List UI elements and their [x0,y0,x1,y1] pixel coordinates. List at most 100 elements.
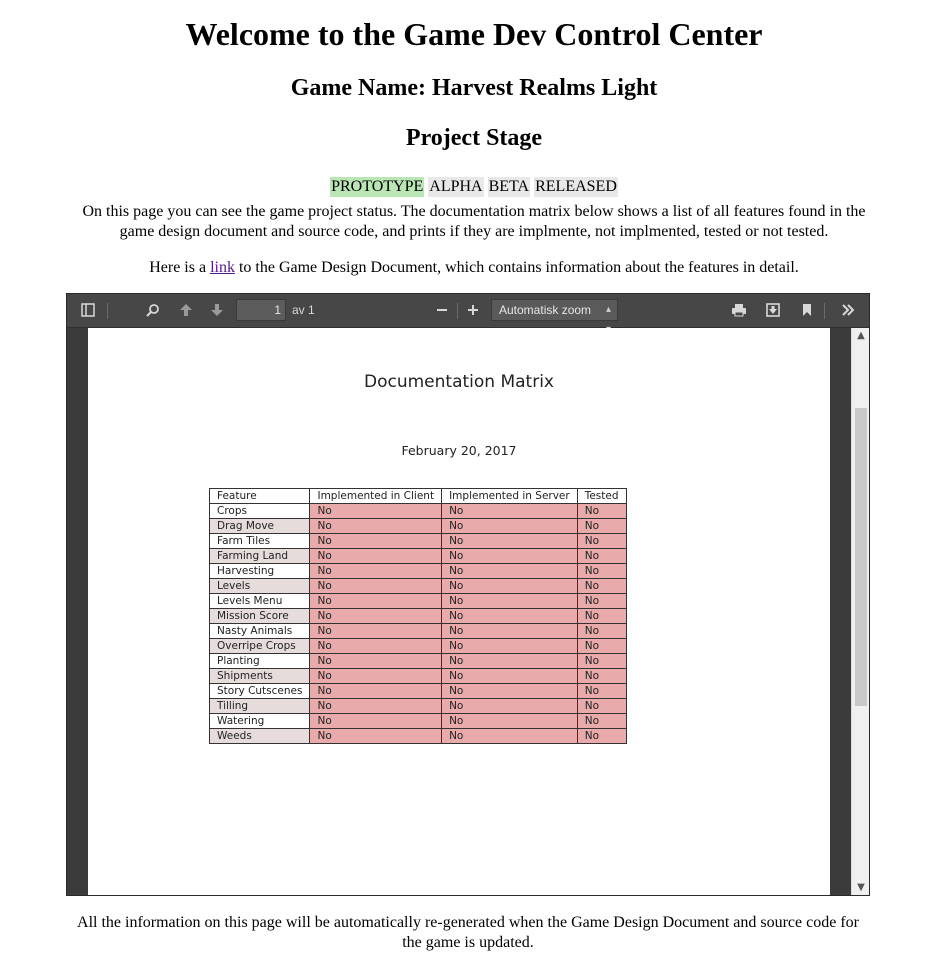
status-cell: No [441,503,578,519]
arrow-up-icon[interactable] [174,299,198,321]
status-cell: No [309,548,443,564]
download-icon[interactable] [761,299,785,321]
status-cell: No [441,533,578,549]
feature-cell: Mission Score [208,608,311,624]
scrollbar-thumb[interactable] [855,408,867,706]
feature-cell: Shipments [208,668,311,684]
table-row: Mission Score No No No [208,608,627,624]
stage-released: RELEASED [534,177,618,197]
zoom-in-icon[interactable] [461,299,485,321]
status-cell: No [441,623,578,639]
table-row: Farm Tiles No No No [208,533,627,549]
table-row: Farming Land No No No [208,548,627,564]
feature-cell: Weeds [208,728,311,744]
feature-cell: Nasty Animals [208,623,311,639]
status-cell: No [441,578,578,594]
intro-text: On this page you can see the game projec… [82,203,866,240]
feature-cell: Tilling [208,698,311,714]
status-cell: No [441,698,578,714]
status-cell: No [441,668,578,684]
status-cell: No [309,653,443,669]
page-number-input[interactable]: 1 [236,299,286,321]
toolbar-separator [107,303,108,319]
scroll-up-icon[interactable]: ▲ [852,328,869,344]
status-cell: No [309,518,443,534]
pdf-viewer: 1 av 1 Automatisk zoom▴▾ Documentation M… [66,293,870,896]
status-cell: No [441,653,578,669]
status-cell: No [309,623,443,639]
status-cell: No [309,698,443,714]
feature-cell: Planting [208,653,311,669]
toolbar-separator [824,303,825,319]
status-cell: No [441,608,578,624]
document-title: Documentation Matrix [364,372,554,392]
status-cell: No [576,623,627,639]
status-cell: No [441,728,578,744]
pdf-page: Documentation Matrix February 20, 2017 F… [88,328,830,895]
toolbar-separator [457,303,458,319]
status-cell: No [576,698,627,714]
status-cell: No [309,638,443,654]
status-cell: No [441,683,578,699]
status-cell: No [309,683,443,699]
column-header: Feature [208,488,311,504]
zoom-select[interactable]: Automatisk zoom▴▾ [491,299,618,335]
status-cell: No [309,608,443,624]
status-cell: No [441,563,578,579]
arrow-down-icon[interactable] [205,299,229,321]
status-cell: No [576,683,627,699]
status-cell: No [309,728,443,744]
search-icon[interactable] [141,299,165,321]
status-cell: No [441,593,578,609]
link-prefix: Here is a [149,259,211,276]
table-row: Watering No No No [208,713,627,729]
more-tools-icon[interactable] [836,299,860,321]
status-cell: No [309,713,443,729]
footer-text: All the information on this page will be… [77,914,859,951]
status-cell: No [576,503,627,519]
link-suffix: to the Game Design Document, which conta… [234,259,799,276]
table-row: Crops No No No [208,503,627,519]
status-cell: No [309,563,443,579]
table-row: Overripe Crops No No No [208,638,627,654]
status-cell: No [576,668,627,684]
gdd-link-line: Here is a link to the Game Design Docume… [70,258,878,278]
table-row: Harvesting No No No [208,563,627,579]
status-cell: No [576,653,627,669]
scroll-down-icon[interactable]: ▼ [852,880,869,895]
stage-prototype: PROTOTYPE [330,177,425,197]
status-cell: No [441,548,578,564]
status-cell: No [576,533,627,549]
status-cell: No [309,668,443,684]
gdd-link[interactable]: link [210,259,235,276]
game-name-heading: Game Name: Harvest Realms Light [290,75,658,101]
feature-cell: Watering [208,713,311,729]
status-cell: No [576,548,627,564]
status-cell: No [576,563,627,579]
status-cell: No [576,638,627,654]
document-date: February 20, 2017 [401,443,517,458]
status-cell: No [441,518,578,534]
feature-cell: Crops [208,503,311,519]
feature-cell: Drag Move [208,518,311,534]
status-cell: No [441,638,578,654]
stage-indicator: PROTOTYPE ALPHA BETA RELEASED [0,177,948,197]
status-cell: No [309,593,443,609]
table-row: Drag Move No No No [208,518,627,534]
bookmark-icon[interactable] [795,299,819,321]
pdf-toolbar: 1 av 1 Automatisk zoom▴▾ [67,294,869,335]
table-row: Levels Menu No No No [208,593,627,609]
vertical-scrollbar[interactable]: ▲ ▼ [851,328,869,895]
stage-beta: BETA [487,177,531,197]
status-cell: No [309,503,443,519]
feature-cell: Story Cutscenes [208,683,311,699]
status-cell: No [576,578,627,594]
zoom-value: Automatisk zoom [499,303,592,317]
status-cell: No [309,533,443,549]
pdf-document-area: Documentation Matrix February 20, 2017 F… [67,328,869,895]
status-cell: No [576,608,627,624]
print-icon[interactable] [727,299,751,321]
zoom-out-icon[interactable] [430,299,454,321]
sidebar-toggle-icon[interactable] [76,299,100,321]
table-header-row: Feature Implemented in Client Implemente… [208,488,627,504]
